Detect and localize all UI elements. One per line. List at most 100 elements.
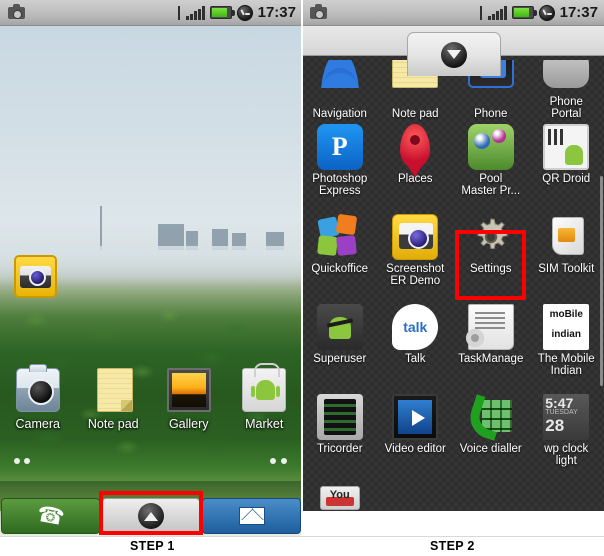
page-dot bbox=[281, 458, 287, 464]
alarm-clock-icon bbox=[236, 4, 253, 21]
notepad-icon bbox=[97, 368, 134, 412]
status-bar-clock: 17:37 bbox=[257, 4, 296, 21]
tricorder-icon bbox=[316, 394, 363, 440]
status-bar: 17:37 bbox=[302, 0, 604, 26]
app-cell-tricorder[interactable]: Tricorder bbox=[302, 390, 378, 480]
home-shortcut-label: Market bbox=[245, 417, 284, 431]
youtube-icon bbox=[319, 486, 360, 510]
camera-widget[interactable] bbox=[14, 255, 57, 298]
app-label: TaskManage bbox=[458, 353, 524, 365]
step2-phone-screen: Navigation Note pad Phone Phone Portal P… bbox=[302, 0, 604, 536]
qr-droid-icon bbox=[543, 124, 590, 170]
app-grid: Navigation Note pad Phone Phone Portal P… bbox=[302, 56, 604, 510]
home-shortcut-market[interactable]: Market bbox=[227, 363, 303, 431]
camera-widget-body bbox=[20, 265, 51, 288]
step2-caption: STEP 2 bbox=[430, 539, 475, 553]
camera-icon bbox=[310, 3, 327, 19]
battery-icon bbox=[209, 6, 235, 19]
wpclock-date: 28 bbox=[545, 416, 565, 435]
status-bar-notifications bbox=[310, 3, 327, 19]
down-arrow-icon bbox=[441, 41, 467, 68]
panel-divider bbox=[301, 0, 303, 536]
up-arrow-icon bbox=[138, 503, 164, 529]
app-drawer-scrollbar[interactable] bbox=[600, 176, 603, 386]
home-dock: ☎ bbox=[0, 496, 302, 536]
camera-icon bbox=[15, 364, 60, 412]
home-shortcut-camera[interactable]: Camera bbox=[0, 364, 76, 431]
app-label: Pool Master Pr... bbox=[461, 173, 521, 197]
gallery-icon bbox=[166, 368, 211, 412]
wpclock-day: TUESDAY bbox=[545, 409, 578, 416]
app-cell-wp-clock-light[interactable]: 5:47 TUESDAY 28 wp clock light bbox=[529, 390, 604, 480]
page-dot bbox=[14, 458, 20, 464]
home-shortcut-label: Gallery bbox=[168, 417, 209, 431]
step1-caption: STEP 1 bbox=[130, 539, 175, 553]
app-drawer-button[interactable] bbox=[101, 498, 201, 534]
app-grid-row: Photoshop Express Places Pool Master Pr.… bbox=[302, 120, 604, 210]
skyline-tower bbox=[100, 206, 102, 250]
signal-icon bbox=[487, 5, 507, 20]
app-cell-places[interactable]: Places bbox=[378, 120, 454, 210]
voice-dialler-icon bbox=[468, 394, 514, 440]
gear-icon bbox=[468, 214, 514, 260]
status-bar: 17:37 bbox=[0, 0, 302, 26]
app-drawer: Navigation Note pad Phone Phone Portal P… bbox=[302, 26, 604, 511]
app-cell-video-editor[interactable]: Video editor bbox=[378, 390, 454, 480]
app-label: Settings bbox=[469, 263, 512, 275]
signal-base-icon bbox=[479, 5, 482, 20]
app-cell-phone-portal[interactable]: Phone Portal bbox=[529, 56, 604, 120]
battery-icon bbox=[511, 6, 537, 19]
phone-icon: ☎ bbox=[34, 500, 67, 531]
app-label: Tricorder bbox=[316, 443, 363, 455]
the-mobile-indian-icon: moBile indian bbox=[543, 304, 590, 350]
app-label: Screenshot ER Demo bbox=[386, 263, 445, 287]
home-shortcut-gallery[interactable]: Gallery bbox=[151, 368, 227, 431]
taskmanager-icon bbox=[465, 304, 514, 350]
phone-portal-icon bbox=[543, 60, 590, 88]
app-cell-talk[interactable]: talk Talk bbox=[378, 300, 454, 390]
app-label: Video editor bbox=[384, 443, 446, 455]
phone-button[interactable]: ☎ bbox=[1, 498, 100, 534]
tutorial-screenshot: Camera Note pad Gallery Market ☎ 17:37 N… bbox=[0, 0, 604, 556]
home-shortcut-row: Camera Note pad Gallery Market bbox=[0, 363, 303, 431]
step1-phone-screen: Camera Note pad Gallery Market ☎ 17:37 bbox=[0, 0, 302, 536]
home-shortcut-label: Camera bbox=[15, 417, 60, 431]
app-label: Phone bbox=[474, 108, 508, 120]
pool-master-icon bbox=[467, 124, 514, 170]
app-label: Superuser bbox=[313, 353, 367, 365]
app-label: Navigation bbox=[312, 108, 367, 120]
camera-icon bbox=[8, 3, 25, 19]
app-cell-the-mobile-indian[interactable]: moBile indian The Mobile Indian bbox=[529, 300, 604, 390]
app-label: Photoshop Express bbox=[312, 173, 368, 197]
app-cell-pool-master[interactable]: Pool Master Pr... bbox=[453, 120, 529, 210]
home-page-indicator bbox=[0, 458, 302, 468]
places-pin-icon bbox=[392, 124, 438, 170]
app-cell-navigation[interactable]: Navigation bbox=[302, 56, 378, 120]
app-cell-screenshot-er-demo[interactable]: Screenshot ER Demo bbox=[378, 210, 454, 300]
status-bar-indicators: 17:37 bbox=[177, 4, 296, 21]
tmi-line1: moBile bbox=[549, 309, 583, 320]
photoshop-express-icon bbox=[316, 124, 363, 170]
app-drawer-close-tab[interactable] bbox=[407, 32, 501, 76]
app-label: Quickoffice bbox=[311, 263, 369, 275]
app-cell-photoshop-express[interactable]: Photoshop Express bbox=[302, 120, 378, 210]
app-label: The Mobile Indian bbox=[537, 353, 595, 377]
app-cell-superuser[interactable]: Superuser bbox=[302, 300, 378, 390]
navigation-icon bbox=[316, 60, 363, 88]
video-editor-icon bbox=[392, 394, 439, 440]
app-grid-row: Quickoffice Screenshot ER Demo Settings … bbox=[302, 210, 604, 300]
app-cell-taskmanager[interactable]: TaskManage bbox=[453, 300, 529, 390]
sim-toolkit-icon bbox=[543, 214, 589, 260]
app-cell-youtube[interactable] bbox=[302, 480, 378, 510]
app-cell-voice-dialler[interactable]: Voice dialler bbox=[453, 390, 529, 480]
app-cell-settings[interactable]: Settings bbox=[453, 210, 529, 300]
home-shortcut-notepad[interactable]: Note pad bbox=[76, 368, 152, 431]
talk-icon: talk bbox=[392, 304, 439, 350]
app-cell-quickoffice[interactable]: Quickoffice bbox=[302, 210, 378, 300]
home-shortcut-label: Note pad bbox=[87, 417, 139, 431]
step-captions: STEP 1 STEP 2 bbox=[0, 536, 604, 556]
app-cell-sim-toolkit[interactable]: SIM Toolkit bbox=[529, 210, 604, 300]
app-grid-row: Superuser talk Talk TaskManage moBile in… bbox=[302, 300, 604, 390]
messaging-button[interactable] bbox=[202, 498, 302, 534]
app-cell-qr-droid[interactable]: QR Droid bbox=[529, 120, 604, 210]
